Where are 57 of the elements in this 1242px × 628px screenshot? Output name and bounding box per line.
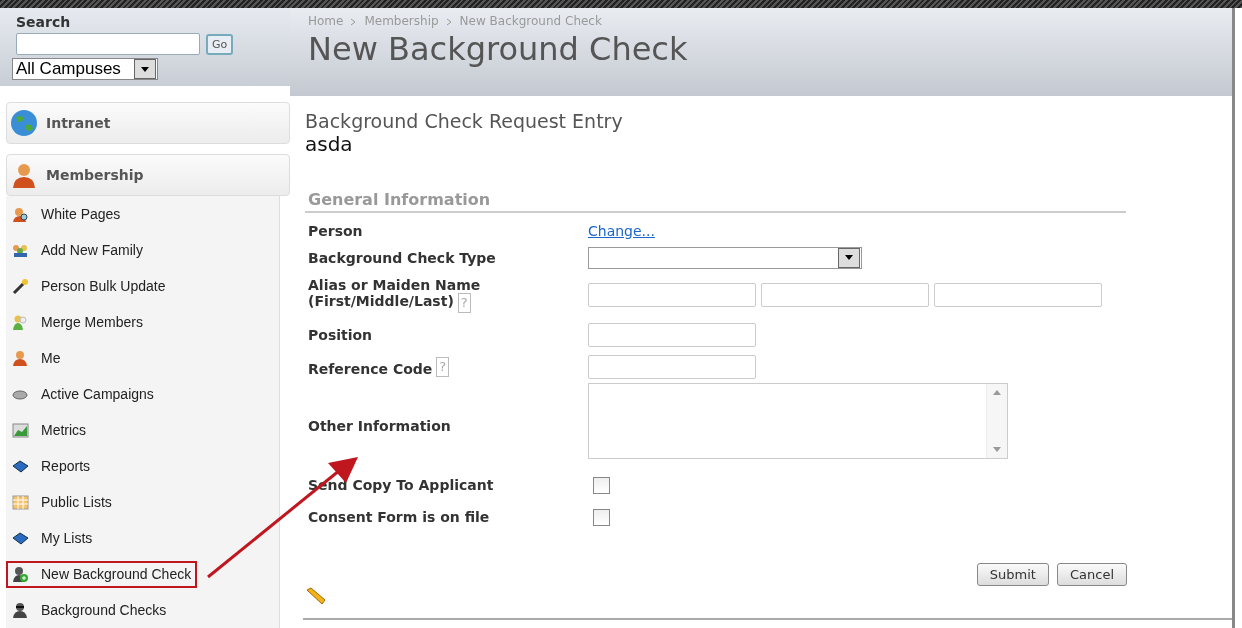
last-name-field[interactable]: [934, 283, 1102, 307]
people-icon: [12, 313, 29, 331]
nav-item[interactable]: White Pages: [6, 200, 127, 228]
nav-item[interactable]: Public Lists: [6, 488, 118, 516]
field-label: Background Check Type: [308, 249, 496, 266]
checkbox[interactable]: [593, 508, 610, 526]
field-label: Consent Form is on file: [308, 509, 490, 525]
nav-section-header[interactable]: Intranet: [6, 102, 290, 144]
field-label: Other Information: [308, 418, 451, 434]
agent-icon: [12, 601, 29, 619]
search-field[interactable]: [16, 33, 200, 55]
nav-item[interactable]: Active Campaigns: [6, 380, 160, 408]
agent-add-icon: [12, 565, 29, 583]
nav-item[interactable]: Metrics: [6, 416, 93, 444]
form-title: Background Check Request Entry: [305, 110, 624, 132]
change-link[interactable]: Change...: [588, 222, 655, 239]
scroll-down-icon[interactable]: [993, 447, 1001, 452]
field-label: Reference Code: [308, 361, 433, 377]
campus-dropdown[interactable]: All Campuses: [12, 58, 158, 80]
nav-item[interactable]: Add New Family: [6, 236, 149, 264]
check-type-select[interactable]: [588, 246, 862, 269]
section-heading: General Information: [305, 190, 1126, 213]
go-button[interactable]: Go: [206, 33, 234, 55]
text-field[interactable]: [588, 355, 756, 379]
person-icon: [12, 349, 29, 367]
page-title: New Background Check: [308, 30, 689, 68]
nav-item[interactable]: My Lists: [6, 524, 99, 552]
text-field[interactable]: [588, 323, 756, 347]
scroll-up-icon[interactable]: [993, 390, 1001, 395]
nav-section-header[interactable]: Membership: [6, 154, 290, 196]
globe-icon: [10, 109, 38, 137]
text-area[interactable]: [588, 383, 1008, 459]
first-name-field[interactable]: [588, 283, 756, 307]
field-label: (First/Middle/Last): [308, 293, 454, 311]
nav-item[interactable]: Merge Members: [6, 308, 149, 336]
field-label: Alias or Maiden Name: [308, 277, 481, 293]
nav-item[interactable]: Background Checks: [6, 596, 173, 624]
cancel-button[interactable]: Cancel: [1056, 563, 1127, 586]
field-label: Person: [308, 222, 363, 239]
field-label: Position: [308, 327, 373, 343]
pencil-icon[interactable]: [305, 586, 327, 606]
caret-icon: [141, 66, 149, 72]
nav-item[interactable]: Reports: [6, 452, 97, 480]
grid-icon: [12, 493, 29, 511]
person-search-icon: [12, 205, 29, 223]
search-label: Search: [16, 14, 72, 30]
middle-name-field[interactable]: [761, 283, 929, 307]
caret-icon: [845, 255, 853, 260]
chart-icon: [12, 421, 29, 439]
nav-item[interactable]: Me: [6, 344, 67, 372]
wand-icon: [12, 277, 29, 295]
person-icon: [10, 161, 38, 189]
form-subtitle: asda: [305, 132, 354, 156]
nav-item[interactable]: Person Bulk Update: [6, 272, 172, 300]
submit-button[interactable]: Submit: [976, 563, 1049, 586]
checkbox[interactable]: [593, 476, 610, 494]
nav-item[interactable]: New Background Check: [6, 560, 198, 588]
